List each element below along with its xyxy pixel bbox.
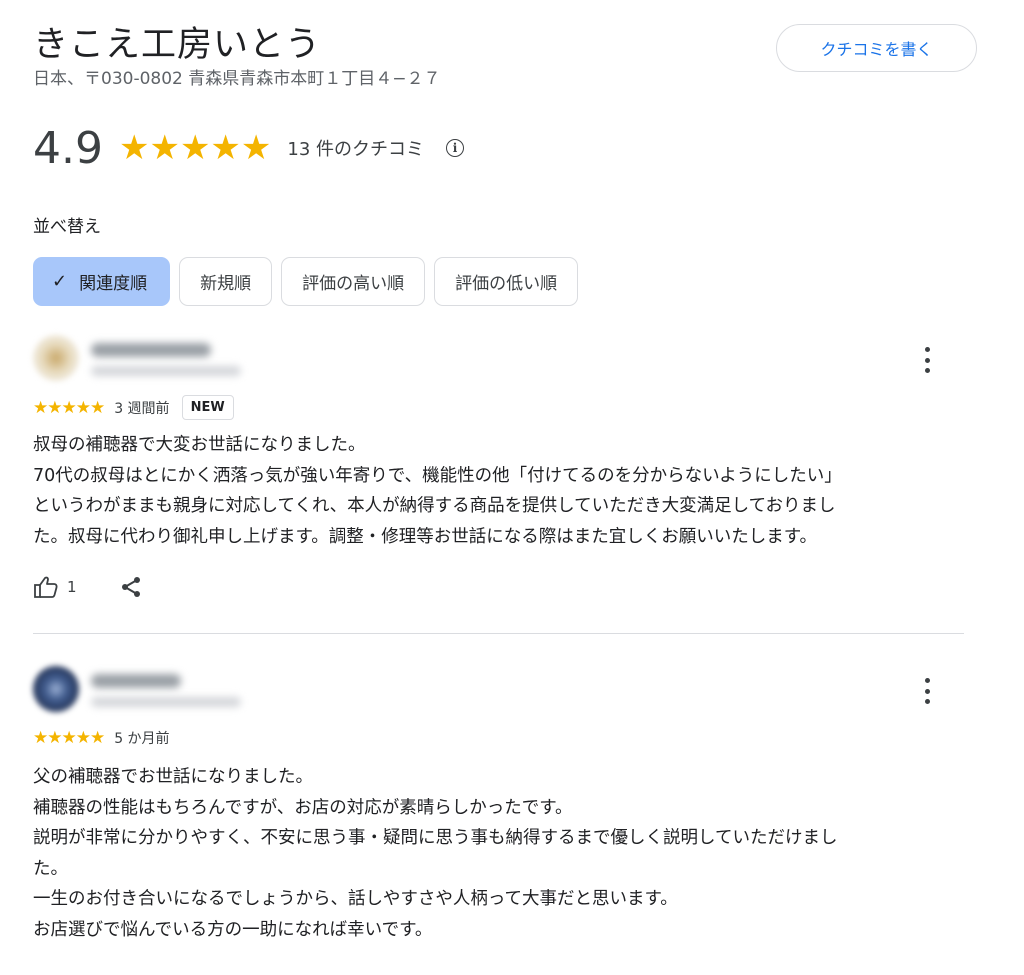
average-rating: 4.9 xyxy=(33,122,103,174)
review-text: 父の補聴器でお世話になりました。 補聴器の性能はもちろんですが、お店の対応が素晴… xyxy=(33,762,953,945)
review-line: た。叔母に代わり御礼申し上げます。調整・修理等お世話になる際はまた宜しくお願いい… xyxy=(33,526,817,547)
review-line: というわがままも親身に対応してくれ、本人が納得する商品を提供していただき大変満足… xyxy=(33,496,836,516)
review-card: ★★★★★ 5 か月前 父の補聴器でお世話になりました。 補聴器の性能はもちろん… xyxy=(33,664,964,954)
write-review-button[interactable]: クチコミを書く xyxy=(776,24,977,72)
review-line: 一生のお付き合いになるでしょうから、話しやすさや人柄って大事だと思います。 xyxy=(33,889,678,909)
place-address: 日本、〒030-0802 青森県青森市本町１丁目４−２７ xyxy=(33,69,441,89)
sort-chip-newest[interactable]: 新規順 xyxy=(179,257,273,306)
reviewer-meta-redacted xyxy=(91,697,241,707)
more-options-icon[interactable] xyxy=(922,678,932,704)
sort-chips: ✓ 関連度順 新規順 評価の高い順 評価の低い順 xyxy=(33,257,579,306)
review-stars: ★★★★★ xyxy=(33,728,105,748)
like-button[interactable]: 1 xyxy=(33,575,77,599)
reviewer-meta-redacted xyxy=(91,366,241,376)
review-meta: ★★★★★ 5 か月前 xyxy=(33,728,182,748)
thumb-up-icon xyxy=(34,576,58,598)
share-icon xyxy=(121,577,140,597)
review-card: ★★★★★ 3 週間前 NEW 叔母の補聴器で大変お世話になりました。 70代の… xyxy=(33,333,964,613)
rating-stars: ★★★★★ xyxy=(118,128,272,168)
review-line: 補聴器の性能はもちろんですが、お店の対応が素晴らしかったです。 xyxy=(33,797,573,818)
sort-chip-label: 評価の高い順 xyxy=(302,274,405,294)
sort-chip-label: 新規順 xyxy=(200,274,252,294)
share-button[interactable] xyxy=(119,575,143,599)
review-divider xyxy=(33,633,964,634)
rating-summary: 4.9 ★★★★★ 13 件のクチコミ i xyxy=(33,118,465,178)
review-line: 叔母の補聴器で大変お世話になりました。 xyxy=(33,435,366,455)
review-line: 父の補聴器でお世話になりました。 xyxy=(33,767,313,787)
reviewer-avatar[interactable] xyxy=(33,335,79,381)
new-badge: NEW xyxy=(181,395,234,420)
sort-chip-relevance[interactable]: ✓ 関連度順 xyxy=(33,257,171,306)
more-options-icon[interactable] xyxy=(922,347,932,373)
review-date: 5 か月前 xyxy=(114,731,170,747)
sort-chip-lowest[interactable]: 評価の低い順 xyxy=(434,257,579,306)
sort-chip-highest[interactable]: 評価の高い順 xyxy=(281,257,426,306)
sort-chip-label: 関連度順 xyxy=(79,274,148,294)
review-stars: ★★★★★ xyxy=(33,397,105,418)
review-count: 13 件のクチコミ xyxy=(287,139,425,160)
like-count: 1 xyxy=(67,578,77,596)
review-line: た。 xyxy=(33,858,68,879)
place-title: きこえ工房いとう xyxy=(33,25,322,65)
review-date: 3 週間前 xyxy=(114,400,170,417)
reviewer-name-redacted[interactable] xyxy=(91,674,181,688)
sort-chip-label: 評価の低い順 xyxy=(455,274,558,294)
review-line: 説明が非常に分かりやすく、不安に思う事・疑問に思う事も納得するまで優しく説明して… xyxy=(33,828,838,848)
review-actions: 1 xyxy=(33,575,143,599)
check-icon: ✓ xyxy=(52,271,68,292)
review-text: 叔母の補聴器で大変お世話になりました。 70代の叔母はとにかく洒落っ気が強い年寄… xyxy=(33,430,953,552)
sort-label: 並べ替え xyxy=(33,217,101,237)
reviewer-name-redacted[interactable] xyxy=(91,343,211,357)
info-icon[interactable]: i xyxy=(446,139,465,157)
review-line: 70代の叔母はとにかく洒落っ気が強い年寄りで、機能性の他「付けてるのを分からない… xyxy=(33,465,842,486)
review-meta: ★★★★★ 3 週間前 NEW xyxy=(33,395,234,420)
review-line: お店選びで悩んでいる方の一助になれば幸いです。 xyxy=(33,919,433,940)
reviewer-avatar[interactable] xyxy=(33,666,79,712)
